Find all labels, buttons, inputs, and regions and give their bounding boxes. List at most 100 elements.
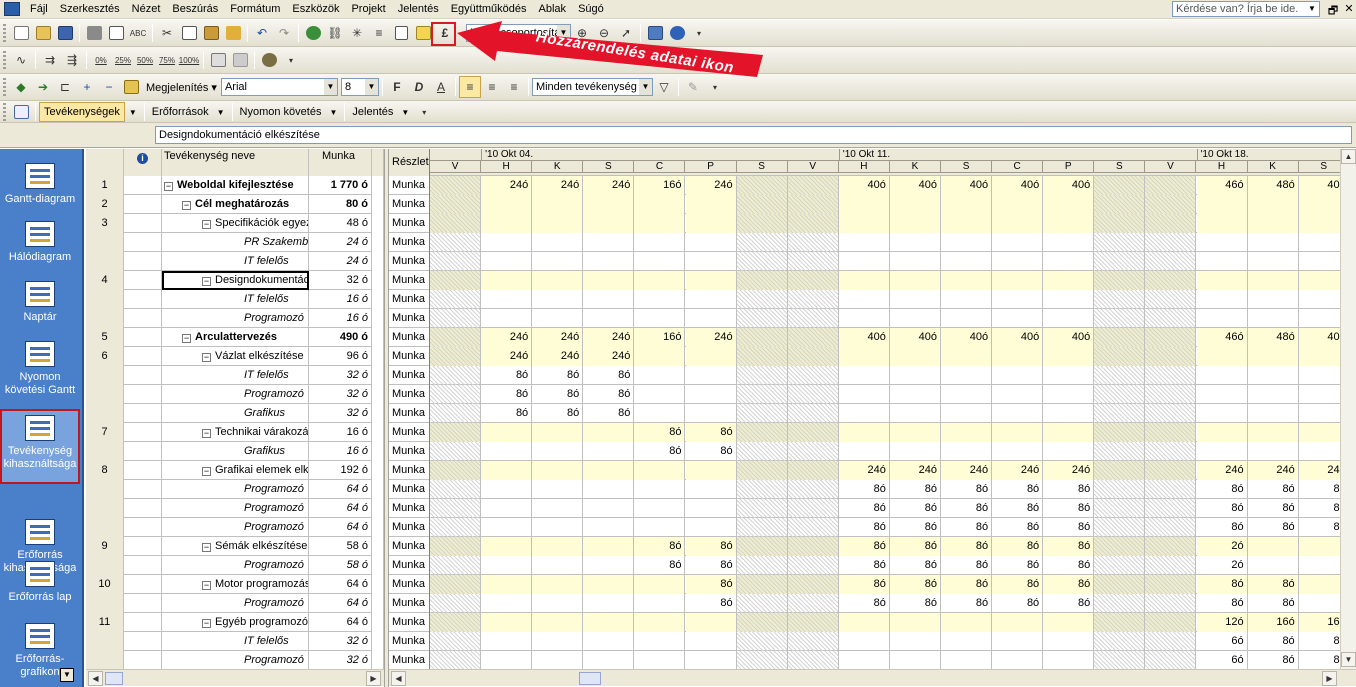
usage-cell[interactable]: 8ó	[941, 537, 993, 556]
usage-cell[interactable]	[1043, 423, 1095, 442]
usage-cell[interactable]	[1248, 404, 1299, 423]
hyperlink-icon[interactable]	[302, 22, 324, 44]
usage-cell[interactable]	[736, 499, 788, 518]
usage-cell[interactable]	[686, 252, 737, 271]
work-cell[interactable]: 64 ó	[309, 575, 372, 594]
usage-cell[interactable]	[430, 556, 482, 575]
usage-cell[interactable]	[1094, 499, 1146, 518]
collaborate-icon[interactable]	[229, 49, 251, 71]
usage-cell[interactable]	[634, 499, 686, 518]
usage-cell[interactable]	[430, 575, 482, 594]
view-network[interactable]: Hálódiagram	[0, 221, 80, 264]
scroll-right-icon[interactable]: ▶	[366, 671, 381, 686]
usage-cell[interactable]: 8ó	[532, 385, 584, 404]
usage-cell[interactable]: 8ó	[839, 480, 890, 499]
row-id[interactable]	[86, 594, 124, 613]
work-cell[interactable]: 32 ó	[309, 366, 372, 385]
usage-cell[interactable]	[1043, 271, 1095, 290]
usage-cell[interactable]	[634, 404, 686, 423]
usage-cell[interactable]	[634, 214, 686, 233]
usage-cell[interactable]	[481, 271, 533, 290]
usage-row[interactable]: Munka 8ó 8ó 8ó 8ó 8ó 8ó 8ó 2ó	[389, 537, 1356, 556]
usage-cell[interactable]	[686, 404, 737, 423]
usage-cell[interactable]	[1145, 366, 1197, 385]
usage-cell[interactable]	[787, 214, 839, 233]
work-cell[interactable]: 96 ó	[309, 347, 372, 366]
usage-cell[interactable]: 8ó	[890, 556, 941, 575]
usage-cell[interactable]: 8ó	[941, 499, 993, 518]
usage-cell[interactable]: 8ó	[583, 385, 635, 404]
usage-cell[interactable]: 40ó	[889, 328, 941, 347]
usage-cell[interactable]: 8ó	[1248, 632, 1299, 651]
redo-icon[interactable]: ↷	[273, 22, 295, 44]
italic-button[interactable]: D	[408, 76, 430, 98]
usage-cell[interactable]	[838, 271, 890, 290]
usage-cell[interactable]	[1248, 385, 1299, 404]
work-cell[interactable]: 490 ó	[309, 328, 372, 347]
usage-cell[interactable]	[839, 233, 890, 252]
usage-cell[interactable]	[1043, 366, 1095, 385]
usage-cell[interactable]	[685, 613, 737, 632]
usage-cell[interactable]	[634, 385, 686, 404]
usage-cell[interactable]	[941, 195, 993, 214]
row-id[interactable]	[86, 385, 124, 404]
usage-cell[interactable]	[787, 309, 839, 328]
usage-cell[interactable]	[634, 271, 686, 290]
usage-cell[interactable]	[1197, 233, 1248, 252]
menu-item[interactable]: Eszközök	[286, 3, 345, 15]
usage-row[interactable]: Munka 12ó 16ó 16ó	[389, 613, 1356, 632]
usage-cell[interactable]	[1197, 366, 1248, 385]
usage-cell[interactable]	[890, 404, 941, 423]
usage-cell[interactable]	[1094, 423, 1146, 442]
split-task-icon[interactable]: ≡	[368, 22, 390, 44]
usage-cell[interactable]	[430, 385, 482, 404]
usage-cell[interactable]	[1145, 195, 1197, 214]
usage-cell[interactable]	[1196, 423, 1248, 442]
usage-cell[interactable]	[430, 233, 482, 252]
usage-row[interactable]: Munka 24ó 24ó 24ó 24ó 24ó 24ó 24ó 24ó	[389, 461, 1356, 480]
usage-cell[interactable]	[787, 233, 839, 252]
usage-cell[interactable]	[941, 423, 993, 442]
usage-cell[interactable]	[787, 347, 839, 366]
usage-cell[interactable]	[1094, 366, 1146, 385]
usage-cell[interactable]	[839, 290, 890, 309]
usage-cell[interactable]	[1094, 613, 1146, 632]
usage-cell[interactable]: 6ó	[1197, 632, 1248, 651]
usage-row[interactable]: Munka6ó8ó8ó	[389, 632, 1356, 651]
work-cell[interactable]: 32 ó	[309, 385, 372, 404]
usage-cell[interactable]: 8ó	[992, 556, 1044, 575]
usage-cell[interactable]: 2ó	[1196, 537, 1248, 556]
usage-cell[interactable]	[1145, 461, 1197, 480]
work-cell[interactable]: 58 ó	[309, 556, 372, 575]
usage-cell[interactable]: 8ó	[1197, 594, 1248, 613]
scroll-right-icon[interactable]: ▶	[1322, 671, 1337, 686]
usage-cell[interactable]	[941, 651, 993, 669]
show-subtasks-icon[interactable]: +	[76, 76, 98, 98]
usage-cell[interactable]: 8ó	[532, 404, 584, 423]
usage-cell[interactable]	[890, 442, 941, 461]
usage-cell[interactable]: 24ó	[583, 176, 635, 195]
usage-cell[interactable]: 48ó	[1247, 328, 1299, 347]
scroll-up-icon[interactable]: ▲	[1341, 149, 1356, 164]
table-row[interactable]: Grafikus 32 ó	[86, 404, 384, 423]
new-icon[interactable]	[10, 22, 32, 44]
usage-cell[interactable]	[430, 518, 482, 537]
usage-cell[interactable]	[685, 461, 737, 480]
collapse-icon[interactable]: −	[202, 277, 211, 286]
extra-cell[interactable]	[372, 651, 384, 669]
usage-cell[interactable]	[1145, 233, 1197, 252]
print-preview-icon[interactable]	[105, 22, 127, 44]
usage-cell[interactable]	[1197, 252, 1248, 271]
usage-cell[interactable]	[838, 613, 890, 632]
usage-cell[interactable]	[992, 385, 1044, 404]
usage-cell[interactable]: 8ó	[583, 404, 635, 423]
display-dropdown[interactable]: Megjelenítés ▾	[142, 81, 221, 94]
menu-item[interactable]: Ablak	[533, 3, 573, 15]
outdent-icon[interactable]: ⊏	[54, 76, 76, 98]
extra-cell[interactable]	[372, 309, 384, 328]
collapse-icon[interactable]: −	[202, 467, 211, 476]
usage-row[interactable]: Munka6ó8ó8ó	[389, 651, 1356, 669]
usage-cell[interactable]	[992, 290, 1044, 309]
usage-cell[interactable]	[583, 214, 635, 233]
task-name-cell[interactable]: Programozó	[162, 499, 309, 518]
